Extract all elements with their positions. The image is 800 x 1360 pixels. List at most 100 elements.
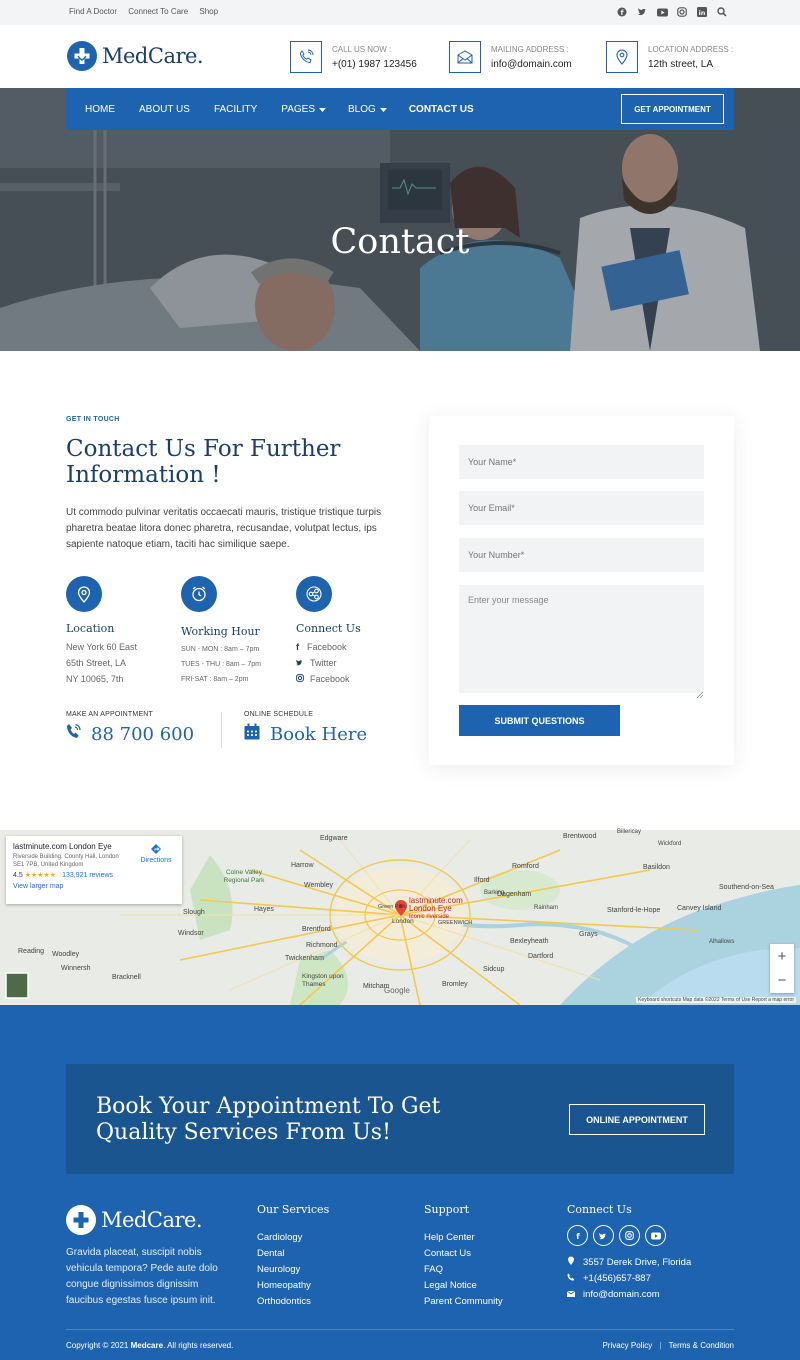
footer-link[interactable]: FAQ: [424, 1262, 503, 1278]
copyright: Copyright © 2021 Medcare. All rights res…: [66, 1341, 233, 1350]
email-input[interactable]: [459, 491, 704, 525]
footer-phone[interactable]: +1(456)657-887: [567, 1271, 691, 1287]
connect-link-label: Facebook: [307, 642, 347, 652]
submit-button[interactable]: SUBMIT QUESTIONS: [459, 705, 620, 736]
instagram-icon[interactable]: [619, 1225, 640, 1246]
nav-blog-label: BLOG: [348, 103, 376, 115]
reviews-link[interactable]: 133,921 reviews: [62, 872, 113, 879]
footer-link[interactable]: Neurology: [257, 1262, 329, 1278]
working-hour-info: Working Hour SUN - MON : 8am – 7pm TUES …: [181, 576, 261, 687]
footer-legal-links: Privacy Policy | Terms & Condition: [602, 1341, 734, 1350]
connect-title: Connect Us: [296, 622, 361, 635]
get-appointment-button[interactable]: GET APPOINTMENT: [621, 94, 724, 124]
view-larger-map-link[interactable]: View larger map: [13, 883, 175, 890]
linkedin-icon[interactable]: in: [696, 6, 708, 18]
terms-link[interactable]: Terms & Condition: [669, 1341, 734, 1350]
footer-link[interactable]: Contact Us: [424, 1246, 503, 1262]
nav-facility[interactable]: FACILITY: [214, 104, 257, 115]
make-appointment: MAKE AN APPOINTMENT 88 700 600: [66, 711, 194, 745]
youtube-icon[interactable]: [656, 6, 668, 18]
envelope-icon: [566, 1287, 576, 1303]
zoom-out-button[interactable]: −: [778, 972, 787, 989]
search-icon[interactable]: [716, 6, 728, 18]
map-place: Wickford: [658, 841, 682, 847]
appointment-label: MAKE AN APPOINTMENT: [66, 711, 154, 718]
facebook-icon[interactable]: f: [616, 6, 628, 18]
connect-info: Connect Us f Facebook Twitter Facebook: [296, 576, 361, 687]
top-link-find-doctor[interactable]: Find A Doctor: [69, 7, 117, 16]
footer-address: 3557 Derek Drive, Florida: [567, 1255, 691, 1271]
nav-blog[interactable]: BLOG: [348, 104, 387, 115]
call-value[interactable]: +(01) 1987 123456: [332, 59, 417, 70]
footer-link[interactable]: Orthodontics: [257, 1294, 329, 1310]
map-place: Winnersh: [61, 965, 91, 972]
appointment-phone: 88 700 600: [91, 723, 195, 745]
rating-value: 4.5: [13, 872, 23, 879]
footer-link[interactable]: Homeopathy: [257, 1278, 329, 1294]
footer-link[interactable]: Legal Notice: [424, 1278, 503, 1294]
nav-about[interactable]: ABOUT US: [139, 104, 190, 115]
zoom-in-button[interactable]: +: [778, 948, 787, 965]
connect-link-twitter[interactable]: Twitter: [296, 655, 361, 671]
online-appointment-button[interactable]: ONLINE APPOINTMENT: [569, 1104, 705, 1135]
mail-value[interactable]: info@domain.com: [491, 59, 572, 70]
directions-button[interactable]: Directions: [139, 843, 173, 864]
top-link-shop[interactable]: Shop: [199, 7, 218, 16]
calendar-icon: [244, 723, 260, 745]
number-input[interactable]: [459, 538, 704, 572]
name-input[interactable]: [459, 445, 704, 479]
location-title: Location: [66, 622, 115, 635]
footer-email[interactable]: info@domain.com: [566, 1287, 691, 1303]
twitter-icon[interactable]: [636, 6, 648, 18]
map-pin-label: lastminute.com London Eye Iconic riversid…: [409, 897, 471, 921]
top-links: Find A Doctor Connect To Care Shop: [69, 7, 227, 16]
message-textarea[interactable]: Enter your message: [459, 585, 704, 693]
working-hour-title: Working Hour: [181, 625, 260, 638]
map-place: Grays: [579, 931, 598, 938]
top-social-icons: f in: [616, 6, 728, 18]
star-rating-icon: ★★★★★: [24, 872, 57, 879]
resize-handle-icon[interactable]: [696, 685, 704, 703]
nav-pages[interactable]: PAGES: [281, 103, 327, 115]
logo-cross-icon: [66, 1205, 96, 1235]
map-terms[interactable]: Keyboard shortcuts Map data ©2022 Terms …: [636, 997, 796, 1003]
twitter-icon[interactable]: [593, 1225, 614, 1246]
divider: [221, 712, 222, 748]
twitter-icon: [296, 655, 304, 671]
footer-link[interactable]: Parent Community: [424, 1294, 503, 1310]
top-link-connect-care[interactable]: Connect To Care: [128, 7, 188, 16]
instagram-icon[interactable]: [676, 6, 688, 18]
book-here-text: Book Here: [270, 723, 368, 745]
phone-icon: [567, 1271, 575, 1287]
connect-link-facebook[interactable]: f Facebook: [296, 639, 361, 655]
phone-text: +1(456)657-887: [583, 1273, 651, 1284]
nav-contact[interactable]: CONTACT US: [409, 104, 474, 115]
footer-logo[interactable]: MedCare.: [66, 1205, 203, 1235]
map-place: London: [392, 918, 414, 925]
connect-link-instagram[interactable]: Facebook: [296, 671, 361, 687]
book-here-link[interactable]: Book Here: [244, 723, 367, 745]
facebook-icon[interactable]: f: [567, 1225, 588, 1246]
appointment-phone-link[interactable]: 88 700 600: [66, 723, 194, 745]
map-place: Wembley: [304, 882, 334, 889]
nav-home[interactable]: HOME: [85, 104, 115, 115]
footer-link[interactable]: Dental: [257, 1246, 329, 1262]
services-heading: Our Services: [257, 1203, 330, 1216]
facebook-icon: f: [296, 642, 299, 652]
header-mail: MAILING ADDRESS : info@domain.com: [449, 41, 572, 73]
map-place: Bracknell: [112, 974, 141, 981]
location-value: 12th street, LA: [648, 58, 714, 70]
youtube-icon[interactable]: [645, 1225, 666, 1246]
footer-link[interactable]: Help Center: [424, 1230, 503, 1246]
footer-divider: [66, 1329, 734, 1330]
address-text: 3557 Derek Drive, Florida: [583, 1257, 692, 1268]
nav-pages-label: PAGES: [281, 103, 316, 115]
footer-logo-text: MedCare.: [101, 1208, 203, 1232]
footer-link[interactable]: Cardiology: [257, 1230, 329, 1246]
email-text: info@domain.com: [583, 1289, 660, 1300]
site-logo[interactable]: MedCare.: [67, 41, 204, 71]
header-call: CALL US NOW : +(01) 1987 123456: [290, 41, 417, 73]
google-logo: Google: [384, 986, 410, 995]
privacy-policy-link[interactable]: Privacy Policy: [602, 1341, 652, 1350]
map-place: Edgware: [320, 835, 348, 842]
